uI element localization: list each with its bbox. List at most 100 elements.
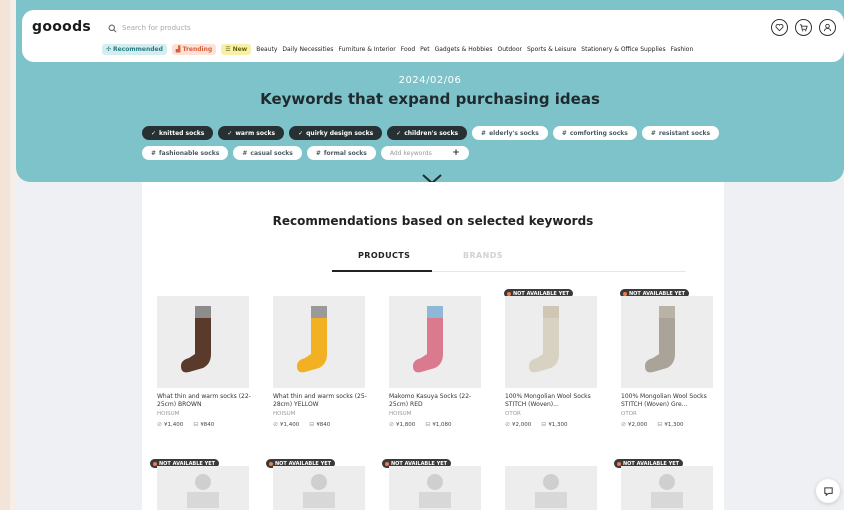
category-furniture-interior[interactable]: Furniture & Interior [338,46,395,53]
keyword-label: comforting socks [569,129,628,137]
keyword-chip[interactable]: ✓ children's socks [387,126,468,140]
product-prices: ⊘ ¥2,000 ⊟ ¥1,300 [505,421,605,428]
retail-price: ⊘ ¥1,400 [273,421,299,428]
add-keyword-input[interactable]: Add keywords + [380,146,469,160]
retail-price-value: ¥1,800 [396,421,416,428]
retail-price-value: ¥2,000 [628,421,648,428]
product-name[interactable]: 100% Mongolian Wool Socks STITCH (Woven)… [621,393,721,409]
category-nav: ✣ Recommended ▟ Trending ☰ New Beauty Daily… [102,44,693,55]
recommended-tab[interactable]: ✣ Recommended [102,44,167,55]
product-brand[interactable]: OTOR [505,411,605,417]
trending-tab[interactable]: ▟ Trending [171,44,217,55]
product-name[interactable]: What thin and warm socks (25-28cm) YELLO… [273,393,373,409]
keyword-chips-row-2: # fashionable socks # casual socks # formal s… [142,146,469,160]
active-tab-indicator [332,270,432,272]
site-logo[interactable]: gooods [32,19,91,35]
tab-products[interactable]: PRODUCTS [358,251,410,260]
search-input[interactable] [122,24,422,32]
status-dot-icon [507,291,511,296]
product-image[interactable] [389,296,481,388]
cart-icon: ⊟ [193,421,199,428]
product-brand-tabs: PRODUCTS BRANDS [332,248,686,272]
check-icon: ✓ [396,129,402,137]
retail-price-value: ¥2,000 [512,421,532,428]
product-image[interactable] [273,466,365,510]
product-image[interactable] [157,466,249,510]
chat-icon [823,486,833,496]
category-stationery[interactable]: Stationery & Office Supplies [581,46,665,53]
product-card[interactable]: 100% Mongolian Wool Socks STITCH (Woven)… [621,296,721,428]
product-name[interactable]: 100% Mongolian Wool Socks STITCH (Woven)… [505,393,605,409]
product-card[interactable]: What thin and warm socks (25-28cm) YELLO… [273,296,373,428]
sock-image [297,306,327,373]
product-image[interactable] [621,296,713,388]
keyword-chip[interactable]: ✓ knitted socks [142,126,214,140]
cart-button[interactable] [795,19,812,36]
product-brand[interactable]: HOISUM [157,411,257,417]
product-card[interactable]: Makomo Kasuya Socks (22-25cm) RED HOISUM ⊘… [389,296,489,428]
check-icon: ✓ [227,129,233,137]
product-card[interactable] [389,466,489,510]
keyword-chip[interactable]: # resistant socks [641,126,720,140]
product-name[interactable]: Makomo Kasuya Socks (22-25cm) RED [389,393,489,409]
keyword-chip[interactable]: # casual socks [233,146,302,160]
new-label: New [232,46,248,53]
product-card[interactable] [157,466,257,510]
product-name[interactable]: What thin and warm socks (22-25cm) BROWN [157,393,257,409]
sock-image [529,306,559,373]
product-image[interactable] [157,296,249,388]
category-beauty[interactable]: Beauty [256,46,277,53]
keyword-chip[interactable]: # comforting socks [552,126,637,140]
favorites-button[interactable] [771,19,788,36]
hashtag-icon: # [650,129,656,137]
account-button[interactable] [819,19,836,36]
category-gadgets-hobbies[interactable]: Gadgets & Hobbies [435,46,493,53]
product-image[interactable] [505,296,597,388]
tag-icon: ⊘ [621,421,627,428]
hashtag-icon: # [315,149,321,157]
check-icon: ✓ [298,129,304,137]
chart-icon: ▟ [175,46,181,53]
wholesale-price-value: ¥1,300 [664,421,684,428]
product-image[interactable] [621,466,713,510]
category-food[interactable]: Food [401,46,415,53]
product-brand[interactable]: HOISUM [389,411,489,417]
product-card[interactable] [505,466,605,510]
check-icon: ✓ [151,129,157,137]
wholesale-price: ⊟ ¥840 [193,421,214,428]
new-tab[interactable]: ☰ New [221,44,252,55]
category-sports-leisure[interactable]: Sports & Leisure [527,46,576,53]
product-image[interactable] [389,466,481,510]
tag-icon: ⊘ [157,421,163,428]
tab-brands[interactable]: BRANDS [463,251,503,260]
keyword-chip[interactable]: ✓ quirky design socks [289,126,383,140]
product-brand[interactable]: OTOR [621,411,721,417]
product-prices: ⊘ ¥1,400 ⊟ ¥840 [157,421,257,428]
category-daily-necessities[interactable]: Daily Necessities [282,46,333,53]
keyword-chip[interactable]: # formal socks [306,146,376,160]
product-image[interactable] [273,296,365,388]
list-icon: ☰ [225,46,231,53]
product-card[interactable] [273,466,373,510]
wholesale-price-value: ¥1,080 [432,421,452,428]
product-card[interactable] [621,466,721,510]
category-pet[interactable]: Pet [420,46,429,53]
page-edge [0,0,10,510]
keyword-chip[interactable]: # fashionable socks [142,146,229,160]
sock-image [645,306,675,373]
keyword-chip[interactable]: # elderly's socks [472,126,548,140]
keyword-chip[interactable]: ✓ warm socks [218,126,285,140]
category-outdoor[interactable]: Outdoor [498,46,523,53]
category-fashion[interactable]: Fashion [671,46,694,53]
trending-label: Trending [182,46,213,53]
wholesale-price: ⊟ ¥840 [309,421,330,428]
product-image[interactable] [505,466,597,510]
chat-button[interactable] [816,479,840,503]
cart-icon: ⊟ [425,421,431,428]
product-card[interactable]: 100% Mongolian Wool Socks STITCH (Woven)… [505,296,605,428]
search-bar[interactable] [108,19,508,37]
photo-placeholder [303,474,335,508]
status-dot-icon [617,461,621,466]
product-card[interactable]: What thin and warm socks (22-25cm) BROWN… [157,296,257,428]
product-brand[interactable]: HOISUM [273,411,373,417]
